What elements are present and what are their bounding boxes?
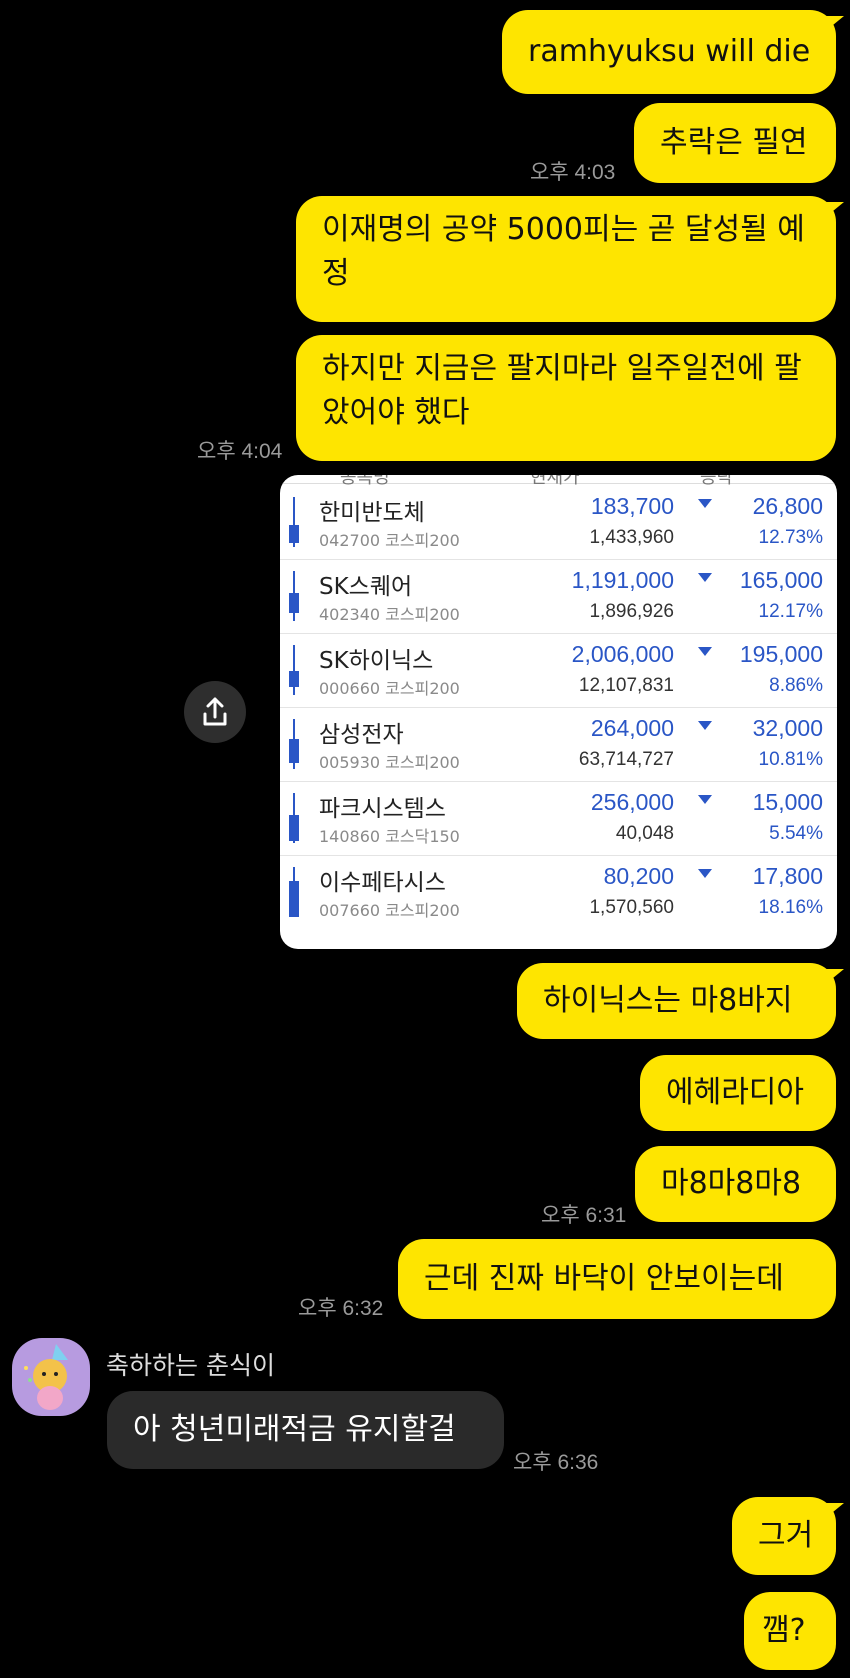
stock-price: 264,000 [590, 715, 674, 741]
stock-change: 195,000 [739, 641, 823, 667]
message-text: 깸? [762, 1613, 806, 1648]
down-arrow-icon [698, 721, 712, 730]
bubble-tail [822, 969, 844, 987]
stock-row[interactable]: 한미반도체 042700 코스피200 183,700 1,433,960 26… [280, 485, 837, 560]
stock-volume: 12,107,831 [578, 675, 674, 696]
stock-change: 165,000 [739, 567, 823, 593]
message-time: 오후 6:32 [298, 1297, 384, 1320]
stock-name: 삼성전자 [319, 722, 404, 748]
stock-row[interactable]: SK스퀘어 402340 코스피200 1,191,000 1,896,926 … [280, 559, 837, 634]
message-text: 근데 진짜 바닥이 안보이는데 [424, 1261, 784, 1296]
down-arrow-icon [698, 573, 712, 582]
candle-icon [289, 645, 299, 695]
stock-change-pct: 18.16% [758, 897, 823, 918]
sender-avatar[interactable] [12, 1338, 90, 1416]
stock-screenshot-card[interactable]: 종목명 현재가 등락 한미반도체 042700 코스피200 183,700 1… [280, 475, 837, 949]
stock-price: 256,000 [590, 789, 674, 815]
stock-change-pct: 10.81% [758, 749, 823, 770]
message-text: 마8마8마8 [661, 1166, 802, 1201]
stock-code: 000660 코스피200 [319, 679, 460, 698]
bubble-tail [822, 202, 844, 220]
sender-name: 축하하는 춘식이 [106, 1351, 275, 1380]
stock-change-pct: 5.54% [769, 823, 823, 844]
message-time: 오후 6:31 [541, 1204, 627, 1227]
stock-change: 32,000 [752, 715, 823, 741]
incoming-message-bubble[interactable]: 아 청년미래적금 유지할걸 [107, 1391, 504, 1469]
message-text: 에헤라디아 [666, 1075, 804, 1110]
stock-volume: 40,048 [615, 823, 674, 844]
bubble-tail [822, 16, 844, 34]
message-bubble[interactable]: 추락은 필연 [634, 103, 836, 183]
stock-list-header: 종목명 현재가 등락 [280, 475, 837, 487]
message-bubble[interactable]: 마8마8마8 [635, 1146, 836, 1222]
message-bubble[interactable]: 이재명의 공약 5000피는 곧 달성될 예정 [296, 196, 836, 322]
stock-price: 80,200 [603, 863, 674, 889]
message-bubble[interactable]: 깸? [744, 1592, 836, 1670]
stock-price: 2,006,000 [571, 641, 674, 667]
candle-icon [289, 719, 299, 769]
stock-volume: 1,896,926 [589, 601, 674, 622]
stock-price: 183,700 [590, 493, 674, 519]
stock-row[interactable]: 삼성전자 005930 코스피200 264,000 63,714,727 32… [280, 707, 837, 782]
message-bubble[interactable]: 그거 [732, 1497, 836, 1575]
message-text: 이재명의 공약 5000피는 곧 달성될 예정 [322, 212, 805, 291]
stock-change: 17,800 [752, 863, 823, 889]
stock-change: 26,800 [752, 493, 823, 519]
stock-code: 140860 코스닥150 [319, 827, 460, 846]
message-bubble[interactable]: 에헤라디아 [640, 1055, 836, 1131]
stock-row[interactable]: 파크시스템스 140860 코스닥150 256,000 40,048 15,0… [280, 781, 837, 856]
message-text: 아 청년미래적금 유지할걸 [133, 1412, 456, 1447]
candle-icon [289, 571, 299, 621]
message-bubble[interactable]: 하이닉스는 마8바지 [517, 963, 836, 1039]
candle-icon [289, 497, 299, 547]
message-text: 하이닉스는 마8바지 [543, 983, 793, 1018]
message-time: 오후 6:36 [513, 1451, 599, 1474]
candle-icon [289, 793, 299, 843]
down-arrow-icon [698, 647, 712, 656]
stock-change: 15,000 [752, 789, 823, 815]
message-text: 추락은 필연 [660, 125, 808, 160]
stock-code: 042700 코스피200 [319, 531, 460, 550]
stock-row[interactable]: 이수페타시스 007660 코스피200 80,200 1,570,560 17… [280, 855, 837, 929]
stock-name: SK스퀘어 [319, 574, 413, 600]
share-button[interactable] [184, 681, 246, 743]
share-upload-icon [203, 697, 227, 726]
message-time: 오후 4:03 [530, 161, 616, 184]
stock-code: 007660 코스피200 [319, 901, 460, 920]
stock-volume: 1,433,960 [589, 527, 674, 548]
candle-icon [289, 867, 299, 917]
message-bubble[interactable]: ramhyuksu will die [502, 10, 836, 94]
stock-name: 파크시스템스 [319, 796, 446, 822]
stock-price: 1,191,000 [571, 567, 674, 593]
stock-code: 005930 코스피200 [319, 753, 460, 772]
down-arrow-icon [698, 869, 712, 878]
message-bubble[interactable]: 근데 진짜 바닥이 안보이는데 [398, 1239, 836, 1319]
message-text: ramhyuksu will die [528, 34, 811, 69]
stock-change-pct: 8.86% [769, 675, 823, 696]
down-arrow-icon [698, 499, 712, 508]
stock-code: 402340 코스피200 [319, 605, 460, 624]
stock-name: SK하이닉스 [319, 648, 434, 674]
message-time: 오후 4:04 [197, 440, 283, 463]
stock-change-pct: 12.73% [758, 527, 823, 548]
stock-volume: 63,714,727 [578, 749, 674, 770]
stock-name: 이수페타시스 [319, 870, 446, 896]
stock-name: 한미반도체 [319, 500, 425, 526]
message-bubble[interactable]: 하지만 지금은 팔지마라 일주일전에 팔았어야 했다 [296, 335, 836, 461]
bubble-tail [822, 1503, 844, 1521]
message-text: 하지만 지금은 팔지마라 일주일전에 팔았어야 했다 [322, 351, 802, 430]
message-text: 그거 [758, 1518, 814, 1553]
stock-change-pct: 12.17% [758, 601, 823, 622]
down-arrow-icon [698, 795, 712, 804]
stock-row[interactable]: SK하이닉스 000660 코스피200 2,006,000 12,107,83… [280, 633, 837, 708]
stock-volume: 1,570,560 [589, 897, 674, 918]
chunsik-party-avatar-icon [24, 1344, 68, 1410]
